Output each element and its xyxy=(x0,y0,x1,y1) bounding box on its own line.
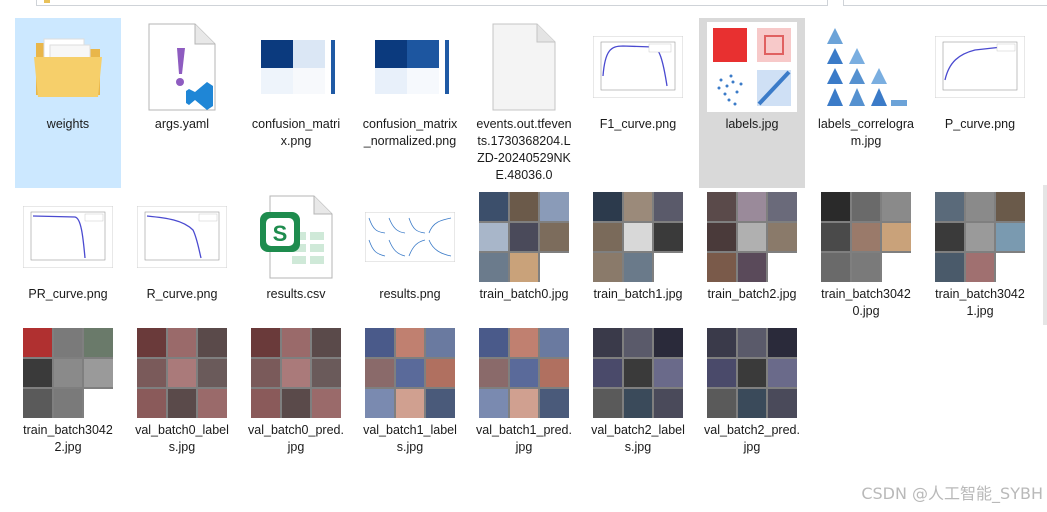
file-name: args.yaml xyxy=(154,117,210,131)
file-name: train_batch1.jpg xyxy=(593,287,683,301)
p-curve-thumbnail xyxy=(935,22,1025,112)
file-name: results.png xyxy=(379,287,441,301)
file-name: train_batch0.jpg xyxy=(479,287,569,301)
file-name: events.out.tfevents.1730368204.LZD-20240… xyxy=(476,117,572,182)
file-item-weights[interactable]: weights xyxy=(15,18,121,188)
file-name: results.csv xyxy=(266,287,326,301)
file-name: train_batch30421.jpg xyxy=(935,287,1025,318)
file-name: train_batch30422.jpg xyxy=(23,423,113,454)
train-batch-thumbnail xyxy=(707,192,797,282)
explorer-top-bar xyxy=(0,0,1047,8)
val-batch-thumbnail xyxy=(593,328,683,418)
labels-correlogram-thumbnail xyxy=(821,22,911,112)
file-name: val_batch1_labels.jpg xyxy=(363,423,457,454)
file-name: R_curve.png xyxy=(146,287,218,301)
svg-text:S: S xyxy=(273,221,288,246)
file-name: val_batch0_pred.jpg xyxy=(248,423,344,454)
val-batch-thumbnail xyxy=(251,328,341,418)
file-item-f1-curve[interactable]: F1_curve.png xyxy=(585,18,691,188)
file-item-labels-correlogram[interactable]: labels_correlogram.jpg xyxy=(813,18,919,188)
folder-icon xyxy=(44,0,50,3)
val-batch-thumbnail xyxy=(137,328,227,418)
train-batch-thumbnail xyxy=(935,192,1025,282)
file-name: val_batch2_labels.jpg xyxy=(591,423,685,454)
file-name: weights xyxy=(46,117,90,131)
folder-icon xyxy=(23,22,113,112)
file-name: val_batch2_pred.jpg xyxy=(704,423,800,454)
confusion-matrix-normalized-thumbnail xyxy=(365,22,455,112)
file-item-val-batch1-pred[interactable]: val_batch1_pred.jpg xyxy=(471,324,577,494)
r-curve-thumbnail xyxy=(137,192,227,282)
f1-curve-thumbnail xyxy=(593,22,683,112)
train-batch-thumbnail xyxy=(821,192,911,282)
watermark: CSDN @人工智能_SYBH xyxy=(861,484,1043,503)
scrollbar[interactable] xyxy=(1043,185,1047,325)
labels-thumbnail xyxy=(707,22,797,112)
file-item-confusion-matrix-normalized[interactable]: confusion_matrix_normalized.png xyxy=(357,18,463,188)
blank-file-icon xyxy=(479,22,569,112)
train-batch-thumbnail xyxy=(593,192,683,282)
file-name: labels_correlogram.jpg xyxy=(818,117,914,148)
file-name: confusion_matrix.png xyxy=(251,117,341,148)
pr-curve-thumbnail xyxy=(23,192,113,282)
file-item-val-batch2-labels[interactable]: val_batch2_labels.jpg xyxy=(585,324,691,494)
confusion-matrix-thumbnail xyxy=(251,22,341,112)
val-batch-thumbnail xyxy=(479,328,569,418)
file-name: train_batch2.jpg xyxy=(707,287,797,301)
file-name: F1_curve.png xyxy=(599,117,677,131)
file-item-confusion-matrix[interactable]: confusion_matrix.png xyxy=(243,18,349,188)
file-item-train-batch30420[interactable]: train_batch30420.jpg xyxy=(813,188,919,358)
yaml-file-icon xyxy=(137,22,227,112)
file-item-train-batch30422[interactable]: train_batch30422.jpg xyxy=(15,324,121,494)
file-name: P_curve.png xyxy=(944,117,1016,131)
file-item-train-batch30421[interactable]: train_batch30421.jpg xyxy=(927,188,1033,358)
file-item-val-batch0-pred[interactable]: val_batch0_pred.jpg xyxy=(243,324,349,494)
file-name: train_batch30420.jpg xyxy=(821,287,911,318)
train-batch-thumbnail xyxy=(23,328,113,418)
file-name: PR_curve.png xyxy=(28,287,108,301)
val-batch-thumbnail xyxy=(707,328,797,418)
results-thumbnail xyxy=(365,192,455,282)
file-name: val_batch1_pred.jpg xyxy=(476,423,572,454)
search-input[interactable] xyxy=(843,0,1047,6)
address-bar[interactable] xyxy=(36,0,828,6)
file-name: val_batch0_labels.jpg xyxy=(135,423,229,454)
val-batch-thumbnail xyxy=(365,328,455,418)
file-name: confusion_matrix_normalized.png xyxy=(362,117,458,148)
file-item-events[interactable]: events.out.tfevents.1730368204.LZD-20240… xyxy=(471,18,577,188)
file-item-val-batch1-labels[interactable]: val_batch1_labels.jpg xyxy=(357,324,463,494)
file-item-val-batch0-labels[interactable]: val_batch0_labels.jpg xyxy=(129,324,235,494)
file-name: labels.jpg xyxy=(725,117,779,131)
train-batch-thumbnail xyxy=(479,192,569,282)
file-item-args-yaml[interactable]: args.yaml xyxy=(129,18,235,188)
file-item-labels[interactable]: labels.jpg xyxy=(699,18,805,188)
file-item-p-curve[interactable]: P_curve.png xyxy=(927,18,1033,188)
csv-file-icon: S xyxy=(251,192,341,282)
file-item-val-batch2-pred[interactable]: val_batch2_pred.jpg xyxy=(699,324,805,494)
